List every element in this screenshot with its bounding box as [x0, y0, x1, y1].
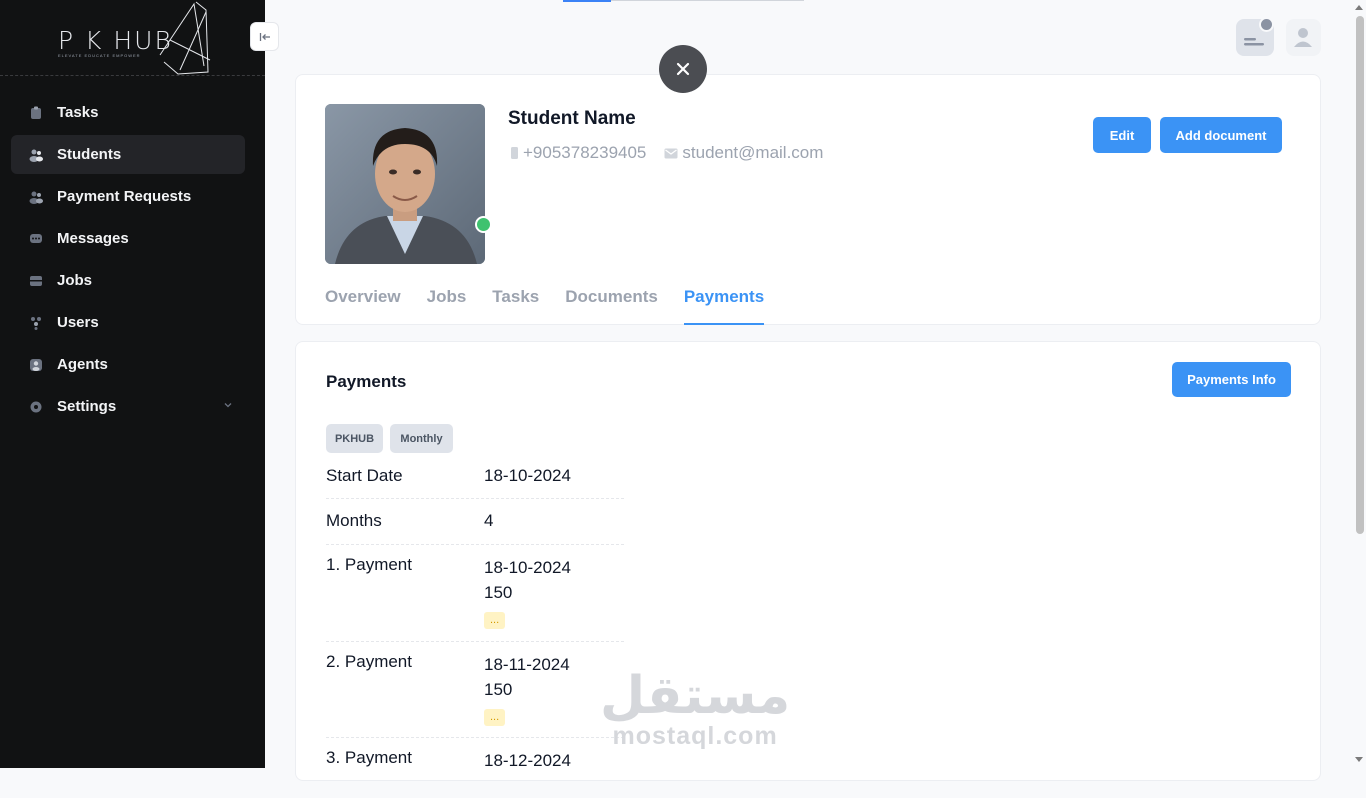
- tab-jobs[interactable]: Jobs: [427, 287, 467, 325]
- start-date-label: Start Date: [326, 466, 403, 485]
- phone-icon: [511, 147, 518, 159]
- students-icon: [29, 149, 43, 162]
- sidebar-item-jobs[interactable]: Jobs: [11, 261, 245, 300]
- watermark: مستقل mostaql.com: [600, 670, 790, 751]
- student-name: Student Name: [508, 108, 636, 129]
- notifications-button[interactable]: [1236, 17, 1274, 56]
- close-button[interactable]: [659, 45, 707, 93]
- sidebar-item-settings[interactable]: Settings: [11, 387, 245, 426]
- table-row: Months 4: [326, 499, 624, 545]
- agents-icon: [30, 358, 42, 371]
- scrollbar-thumb[interactable]: [1356, 16, 1364, 534]
- sidebar-item-students[interactable]: Students: [11, 135, 245, 174]
- tab-documents[interactable]: Documents: [565, 287, 658, 325]
- scroll-up-arrow[interactable]: [1355, 5, 1363, 10]
- payment-details: 18-10-2024 150 ...: [484, 555, 571, 641]
- payment-label: 2. Payment: [326, 652, 412, 671]
- payments-table: Start Date 18-10-2024 Months 4 1. Paymen…: [326, 460, 624, 798]
- sidebar-item-label: Messages: [57, 230, 129, 247]
- edit-button[interactable]: Edit: [1093, 117, 1151, 153]
- logo[interactable]: P K HUB ELEVATE EDUCATE EMPOWER: [0, 0, 265, 76]
- logo-lines-graphic: [159, 1, 211, 75]
- notification-badge: [1259, 17, 1274, 32]
- portrait-image: [325, 104, 485, 264]
- sidebar-item-label: Users: [57, 314, 99, 331]
- add-document-button[interactable]: Add document: [1160, 117, 1282, 153]
- table-row: 1. Payment 18-10-2024 150 ...: [326, 545, 624, 642]
- sidebar-item-label: Payment Requests: [57, 188, 192, 205]
- student-email[interactable]: student@mail.com: [682, 143, 823, 163]
- messages-icon: [30, 233, 42, 243]
- payments-title: Payments: [326, 372, 407, 391]
- profile-tabs: Overview Jobs Tasks Documents Payments: [325, 287, 790, 325]
- scroll-down-arrow[interactable]: [1355, 757, 1363, 762]
- users-icon: [31, 316, 41, 330]
- sidebar-item-label: Students: [57, 146, 122, 163]
- payment-date: 18-10-2024: [484, 558, 571, 577]
- sidebar-nav: Tasks Students Payment Requests Messages…: [11, 93, 245, 429]
- status-badge: ...: [484, 709, 506, 726]
- sidebar-item-payment-requests[interactable]: Payment Requests: [11, 177, 245, 216]
- payments-card: Payments Payments Info PKHUB Monthly Sta…: [295, 341, 1321, 781]
- months-value: 4: [484, 511, 494, 530]
- sidebar: P K HUB ELEVATE EDUCATE EMPOWER Tasks St…: [0, 0, 265, 768]
- mail-icon: [664, 148, 678, 158]
- payment-amount: 150: [484, 680, 513, 699]
- sidebar-item-messages[interactable]: Messages: [11, 219, 245, 258]
- user-menu-button[interactable]: [1286, 19, 1321, 56]
- sidebar-collapse-button[interactable]: [250, 22, 279, 51]
- payment-date: 18-12-2024: [484, 751, 571, 770]
- gear-icon: [30, 401, 42, 412]
- tab-overview[interactable]: Overview: [325, 287, 401, 325]
- collapse-left-icon: [259, 32, 270, 41]
- jobs-icon: [30, 275, 42, 286]
- payment-details: 18-12-2024: [484, 748, 571, 798]
- payments-info-button[interactable]: Payments Info: [1172, 362, 1291, 397]
- sidebar-item-users[interactable]: Users: [11, 303, 245, 342]
- frequency-chip: Monthly: [390, 424, 453, 453]
- payment-label: 3. Payment: [326, 748, 412, 767]
- sidebar-item-label: Settings: [57, 398, 117, 415]
- plan-chip: PKHUB: [326, 424, 383, 453]
- payment-amount: 150: [484, 583, 513, 602]
- top-progress-indicator: [563, 0, 611, 2]
- payment-details: 18-11-2024 150 ...: [484, 652, 570, 737]
- payment-date: 18-11-2024: [484, 655, 570, 674]
- chevron-down-icon: [224, 403, 232, 408]
- close-icon: [676, 62, 690, 76]
- user-avatar-icon: [1294, 28, 1312, 47]
- sidebar-item-label: Tasks: [57, 104, 99, 121]
- start-date-value: 18-10-2024: [484, 466, 571, 485]
- payment-requests-icon: [29, 191, 43, 204]
- top-divider: [611, 0, 804, 1]
- tasks-icon: [31, 106, 41, 119]
- months-label: Months: [326, 511, 382, 530]
- logo-tagline: ELEVATE EDUCATE EMPOWER: [58, 53, 141, 58]
- sidebar-item-label: Agents: [57, 356, 108, 373]
- tab-tasks[interactable]: Tasks: [492, 287, 539, 325]
- sidebar-item-label: Jobs: [57, 272, 93, 289]
- watermark-latin: mostaql.com: [612, 722, 778, 750]
- table-row: 3. Payment 18-12-2024: [326, 738, 624, 798]
- table-row: 2. Payment 18-11-2024 150 ...: [326, 642, 624, 738]
- sidebar-item-agents[interactable]: Agents: [11, 345, 245, 384]
- student-contact: +905378239405 student@mail.com: [510, 143, 823, 163]
- watermark-arabic: مستقل: [600, 666, 791, 726]
- payment-label: 1. Payment: [326, 555, 412, 574]
- table-row: Start Date 18-10-2024: [326, 460, 624, 499]
- online-status-indicator: [475, 216, 492, 233]
- status-badge: ...: [484, 612, 506, 629]
- student-phone[interactable]: +905378239405: [523, 143, 646, 163]
- tab-payments[interactable]: Payments: [683, 287, 765, 325]
- student-profile-card: Student Name +905378239405 student@mail.…: [295, 74, 1321, 325]
- sidebar-item-tasks[interactable]: Tasks: [11, 93, 245, 132]
- student-photo: [325, 104, 485, 264]
